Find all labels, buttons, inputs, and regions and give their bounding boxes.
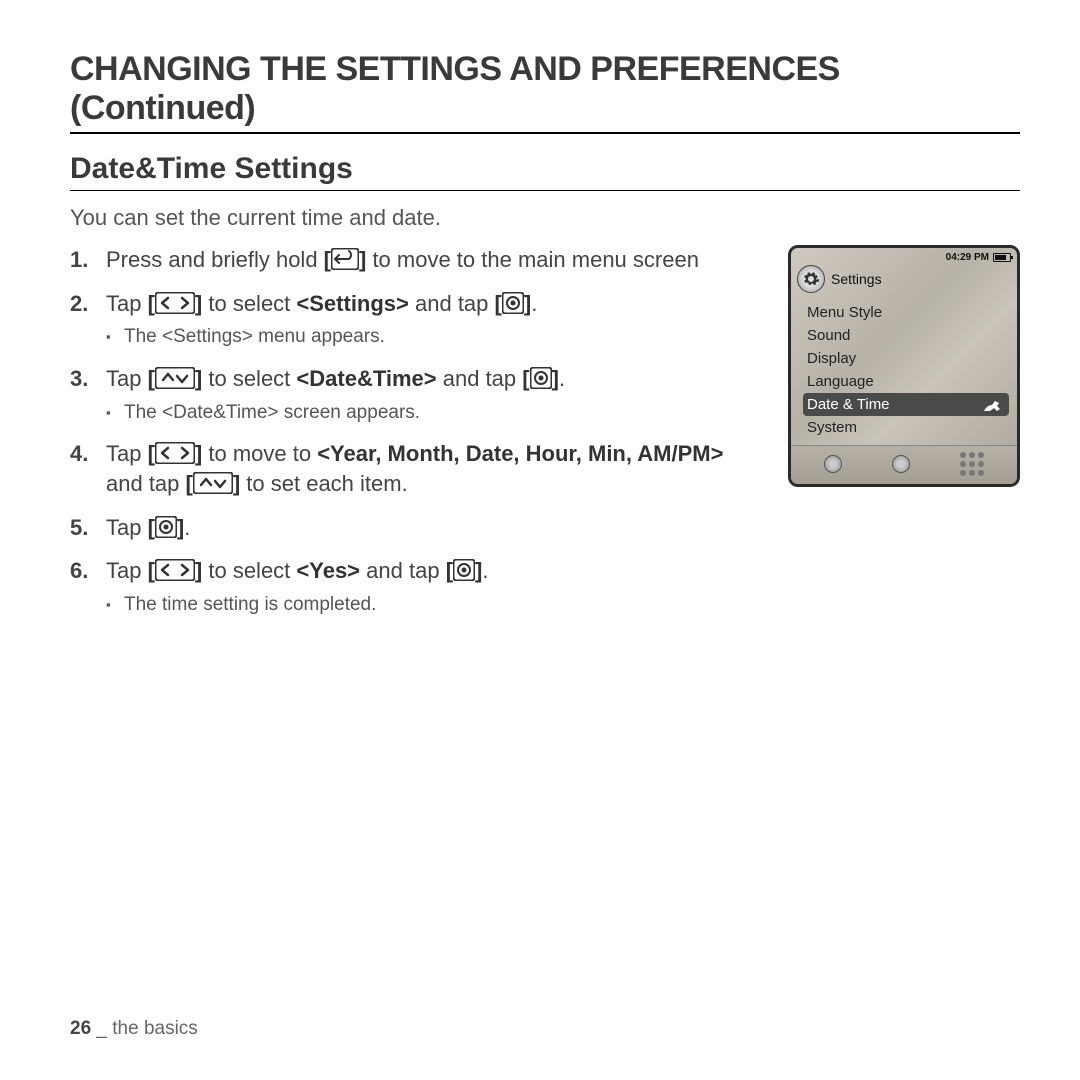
up-down-icon xyxy=(155,367,195,389)
step-item: Tap [] to move to <Year, Month, Date, Ho… xyxy=(70,439,764,498)
device-illustration: 04:29 PM Settings Menu StyleSoundDisplay… xyxy=(788,245,1020,487)
device-menu-item: Date & Time xyxy=(803,393,1009,416)
left-right-icon xyxy=(155,559,195,581)
select-icon xyxy=(155,516,177,538)
device-header-label: Settings xyxy=(831,271,882,287)
up-down-icon xyxy=(193,472,233,494)
knob-icon xyxy=(824,455,842,473)
page-footer: 26 _ the basics xyxy=(70,1018,198,1040)
step-item: Tap [] to select <Yes> and tap [].The ti… xyxy=(70,556,764,617)
step-sub: The <Settings> menu appears. xyxy=(106,324,764,350)
battery-icon xyxy=(993,253,1011,262)
steps-column: Press and briefly hold [] to move to the… xyxy=(70,245,764,632)
select-icon xyxy=(502,292,524,314)
step-item: Tap []. xyxy=(70,513,764,543)
device-menu-item: Language xyxy=(803,370,1013,393)
page-number: 26 xyxy=(70,1018,91,1039)
step-item: Tap [] to select <Settings> and tap [].T… xyxy=(70,289,764,350)
device-menu-item: Menu Style xyxy=(803,301,1013,324)
device-menu-item: Sound xyxy=(803,324,1013,347)
step-sub: The time setting is completed. xyxy=(106,592,764,618)
runner-icon xyxy=(979,397,1005,413)
left-right-icon xyxy=(155,442,195,464)
device-menu-item: Display xyxy=(803,347,1013,370)
intro-text: You can set the current time and date. xyxy=(70,205,1020,231)
page-title: CHANGING THE SETTINGS AND PREFERENCES (C… xyxy=(70,50,1020,134)
select-icon xyxy=(530,367,552,389)
device-menu-item: System xyxy=(803,416,1013,439)
device-menu: Menu StyleSoundDisplayLanguageDate & Tim… xyxy=(791,299,1017,445)
device-controls xyxy=(791,445,1017,484)
device-status-bar: 04:29 PM xyxy=(791,248,1017,265)
footer-sep: _ xyxy=(91,1018,112,1039)
section-title: Date&Time Settings xyxy=(70,152,1020,191)
device-clock: 04:29 PM xyxy=(946,252,989,263)
step-sub: The <Date&Time> screen appears. xyxy=(106,400,764,426)
dotgrid-icon xyxy=(960,452,984,476)
step-item: Press and briefly hold [] to move to the… xyxy=(70,245,764,275)
left-right-icon xyxy=(155,292,195,314)
select-icon xyxy=(453,559,475,581)
step-item: Tap [] to select <Date&Time> and tap [].… xyxy=(70,364,764,425)
back-icon xyxy=(331,248,359,270)
chapter-name: the basics xyxy=(112,1018,198,1039)
knob-icon xyxy=(892,455,910,473)
gear-icon xyxy=(797,265,825,293)
